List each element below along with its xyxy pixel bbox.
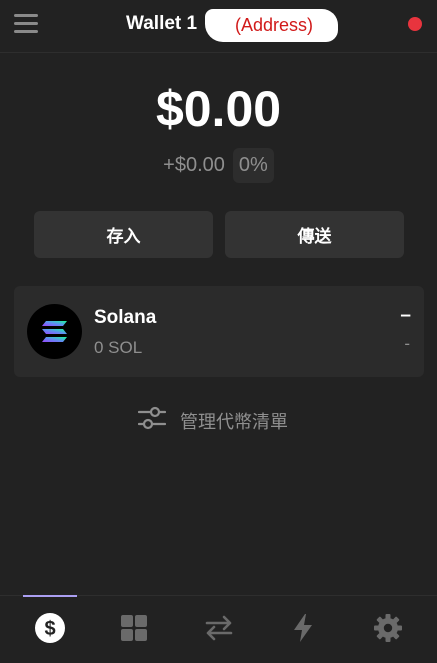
wallet-address[interactable]: (Address)	[235, 15, 313, 36]
svg-text:$: $	[44, 618, 55, 640]
swap-arrows-icon	[203, 614, 235, 647]
solana-logo-icon	[27, 304, 82, 359]
total-balance: $0.00	[155, 81, 282, 137]
balance-change-percent: 0%	[232, 148, 274, 183]
tab-activity[interactable]	[283, 610, 323, 650]
grid-icon	[120, 614, 148, 647]
tab-swap[interactable]	[199, 610, 239, 650]
balance-change-amount: +$0.00	[163, 154, 225, 176]
token-name: Solana	[94, 307, 157, 328]
wallet-name[interactable]: Wallet 1	[126, 13, 197, 35]
gear-icon	[373, 613, 403, 648]
balance-change-row: +$0.00 0%	[0, 148, 437, 183]
sliders-icon	[137, 405, 167, 436]
tab-collectibles[interactable]	[114, 610, 154, 650]
tab-settings[interactable]	[368, 610, 408, 650]
send-button[interactable]: 傳送	[225, 211, 404, 258]
top-header: Wallet 1 (Address)	[0, 0, 437, 53]
token-amount: 0 SOL	[94, 338, 143, 357]
manage-token-list-button[interactable]: 管理代幣清單	[137, 405, 288, 436]
tab-wallet[interactable]: $	[30, 610, 70, 650]
hamburger-menu-icon[interactable]	[14, 14, 40, 36]
connection-status-dot[interactable]	[408, 17, 422, 31]
lightning-icon	[291, 613, 315, 648]
active-tab-indicator	[23, 595, 77, 597]
dollar-icon: $	[34, 612, 66, 649]
token-value: –	[400, 305, 411, 326]
deposit-button[interactable]: 存入	[34, 211, 213, 258]
manage-token-list-label: 管理代幣清單	[180, 411, 288, 432]
token-change: -	[404, 334, 410, 353]
bottom-tab-bar: $	[0, 595, 437, 663]
token-list-item[interactable]: Solana 0 SOL – -	[14, 286, 424, 377]
